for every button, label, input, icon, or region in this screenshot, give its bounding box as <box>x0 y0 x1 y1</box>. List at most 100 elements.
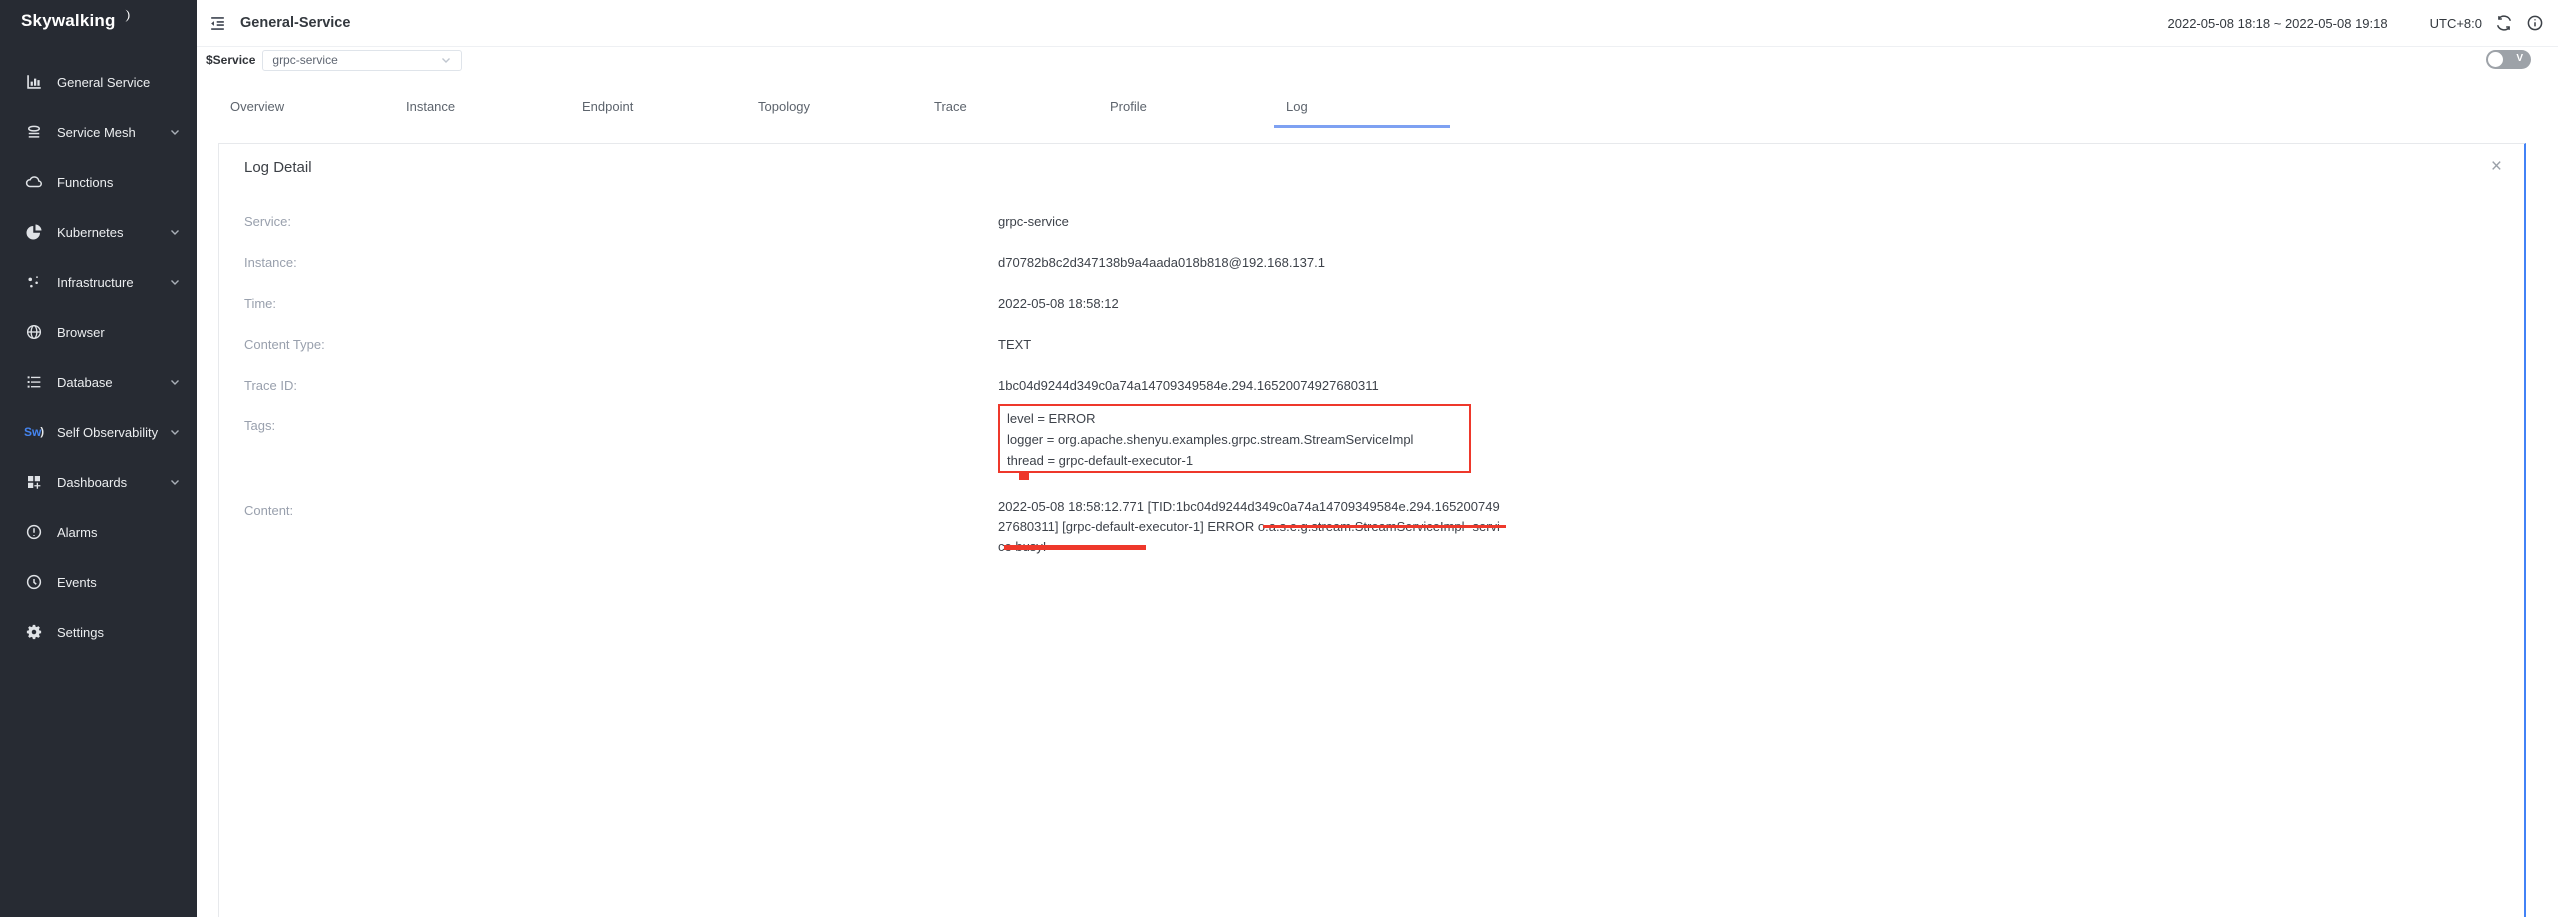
collapse-sidebar-icon[interactable] <box>206 12 228 34</box>
tab-log[interactable]: Log <box>1274 88 1450 128</box>
field-row-trace-id: Trace ID: 1bc04d9244d349c0a74a1470934958… <box>244 378 2499 394</box>
sidebar-item-label: Infrastructure <box>57 275 134 290</box>
field-value: grpc-service <box>998 214 1069 230</box>
globe-icon <box>24 322 44 342</box>
sidebar-item-self-observability[interactable]: Sw) Self Observability <box>0 407 197 457</box>
page-title: General-Service <box>240 15 350 31</box>
sidebar-nav: General Service Service Mesh Functions K… <box>0 57 197 657</box>
service-filter-label: $Service <box>206 53 255 67</box>
sidebar-item-label: Kubernetes <box>57 225 124 240</box>
cloud-icon <box>24 172 44 192</box>
field-value: d70782b8c2d347138b9a4aada018b818@192.168… <box>998 255 1325 271</box>
tags-annotation-box: level = ERROR logger = org.apache.shenyu… <box>998 404 1471 473</box>
tab-endpoint[interactable]: Endpoint <box>570 88 746 128</box>
sidebar-item-label: Events <box>57 575 97 590</box>
field-label: Service: <box>244 214 998 230</box>
field-value: TEXT <box>998 337 1031 353</box>
field-row-time: Time: 2022-05-08 18:58:12 <box>244 296 2499 312</box>
chevron-down-icon <box>169 476 181 488</box>
sidebar-item-label: Self Observability <box>57 425 158 440</box>
toggle-label: V <box>2516 53 2523 64</box>
sidebar-item-browser[interactable]: Browser <box>0 307 197 357</box>
app-logo-text: Skywalking <box>21 11 116 31</box>
sidebar-item-service-mesh[interactable]: Service Mesh <box>0 107 197 157</box>
timezone-label: UTC+8:0 <box>2430 16 2482 31</box>
field-label: Content Type: <box>244 337 998 353</box>
field-label: Tags: <box>244 404 998 473</box>
field-value: 1bc04d9244d349c0a74a14709349584e.294.165… <box>998 378 1379 394</box>
bar-chart-icon <box>24 72 44 92</box>
field-label: Instance: <box>244 255 998 271</box>
log-detail-header: Log Detail × <box>219 144 2524 178</box>
sidebar-item-alarms[interactable]: Alarms <box>0 507 197 557</box>
refresh-icon[interactable] <box>2495 14 2513 32</box>
chevron-down-icon <box>169 376 181 388</box>
chevron-down-icon <box>169 226 181 238</box>
sidebar-item-settings[interactable]: Settings <box>0 607 197 657</box>
field-label: Trace ID: <box>244 378 998 394</box>
sidebar-item-database[interactable]: Database <box>0 357 197 407</box>
tag-line: logger = org.apache.shenyu.examples.grpc… <box>1007 429 1469 450</box>
tab-profile[interactable]: Profile <box>1098 88 1274 128</box>
sidebar-item-kubernetes[interactable]: Kubernetes <box>0 207 197 257</box>
layers-icon <box>24 122 44 142</box>
close-icon[interactable]: × <box>2491 158 2502 176</box>
sidebar-item-label: Service Mesh <box>57 125 136 140</box>
sidebar-item-label: Functions <box>57 175 113 190</box>
field-row-instance: Instance: d70782b8c2d347138b9a4aada018b8… <box>244 255 2499 271</box>
version-toggle[interactable]: V <box>2486 50 2531 69</box>
sidebar-item-label: Browser <box>57 325 105 340</box>
field-row-tags: Tags: level = ERROR logger = org.apache.… <box>244 404 2499 473</box>
header-right: 2022-05-08 18:18 ~ 2022-05-08 19:18 UTC+… <box>2168 14 2558 32</box>
service-select-value: grpc-service <box>272 53 337 67</box>
tag-line: thread = grpc-default-executor-1 <box>1007 450 1469 471</box>
chevron-down-icon <box>169 426 181 438</box>
log-detail-fields: Service: grpc-service Instance: d70782b8… <box>219 214 2524 557</box>
sidebar-item-label: Dashboards <box>57 475 127 490</box>
moon-icon <box>117 8 132 23</box>
log-detail-panel: Log Detail × Service: grpc-service Insta… <box>218 143 2526 917</box>
gear-icon <box>24 622 44 642</box>
time-range-picker[interactable]: 2022-05-08 18:18 ~ 2022-05-08 19:18 <box>2168 16 2388 31</box>
service-tabs: Overview Instance Endpoint Topology Trac… <box>218 88 1450 128</box>
log-detail-title: Log Detail <box>244 158 312 178</box>
app-logo[interactable]: Skywalking <box>0 0 197 44</box>
field-label: Content: <box>244 497 998 557</box>
tab-topology[interactable]: Topology <box>746 88 922 128</box>
pie-chart-icon <box>24 222 44 242</box>
sidebar-item-label: Alarms <box>57 525 97 540</box>
alert-circle-icon <box>24 522 44 542</box>
sidebar-item-events[interactable]: Events <box>0 557 197 607</box>
sidebar-item-label: General Service <box>57 75 150 90</box>
info-icon[interactable] <box>2526 14 2544 32</box>
toggle-knob <box>2488 52 2503 67</box>
sidebar-item-infrastructure[interactable]: Infrastructure <box>0 257 197 307</box>
field-label: Time: <box>244 296 998 312</box>
tab-trace[interactable]: Trace <box>922 88 1098 128</box>
chevron-down-icon <box>169 276 181 288</box>
field-row-service: Service: grpc-service <box>244 214 2499 230</box>
chevron-down-icon <box>440 54 452 66</box>
tab-overview[interactable]: Overview <box>218 88 394 128</box>
annotation-red-underline <box>1004 545 1146 550</box>
dots-icon <box>24 272 44 292</box>
annotation-red-mark <box>1019 473 1029 480</box>
top-header: General-Service 2022-05-08 18:18 ~ 2022-… <box>197 0 2558 47</box>
sidebar-item-general-service[interactable]: General Service <box>0 57 197 107</box>
field-row-content-type: Content Type: TEXT <box>244 337 2499 353</box>
chevron-down-icon <box>169 126 181 138</box>
sidebar-item-label: Settings <box>57 625 104 640</box>
tag-line: level = ERROR <box>1007 408 1469 429</box>
tab-instance[interactable]: Instance <box>394 88 570 128</box>
field-value: 2022-05-08 18:58:12 <box>998 296 1119 312</box>
sidebar-item-label: Database <box>57 375 113 390</box>
sidebar-item-dashboards[interactable]: Dashboards <box>0 457 197 507</box>
sidebar-item-functions[interactable]: Functions <box>0 157 197 207</box>
clock-icon <box>24 572 44 592</box>
sw-logo-icon: Sw) <box>24 422 44 442</box>
service-select[interactable]: grpc-service <box>262 50 462 71</box>
annotation-red-underline <box>1263 525 1506 528</box>
list-icon <box>24 372 44 392</box>
filter-bar: $Service grpc-service V <box>197 47 2558 73</box>
grid-plus-icon <box>24 472 44 492</box>
